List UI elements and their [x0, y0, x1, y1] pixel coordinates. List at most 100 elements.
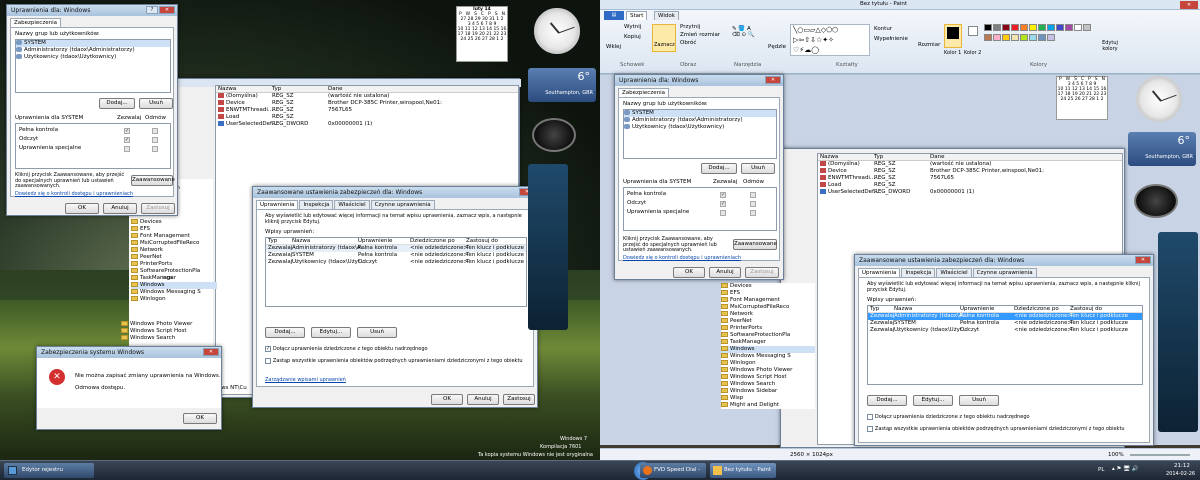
color-swatch[interactable]	[993, 24, 1001, 31]
list-item[interactable]: Użytkownicy (tdaox\Użytkownicy)	[16, 54, 170, 61]
taskbar-item-regedit[interactable]: Edytor rejestru	[4, 463, 94, 478]
color-swatch[interactable]	[1029, 34, 1037, 41]
col-inherited[interactable]: Dziedziczone po	[1014, 306, 1070, 312]
tree-item[interactable]: Windows Messaging S	[131, 289, 217, 296]
tree-item[interactable]: Devices	[131, 219, 217, 226]
fill-button[interactable]: Wypełnienie	[874, 36, 908, 42]
allow-special-checkbox[interactable]	[720, 209, 726, 216]
tree-item[interactable]: Windows Photo Viewer	[121, 321, 217, 328]
language-indicator[interactable]: PL	[1098, 467, 1104, 473]
deny-special-checkbox[interactable]	[750, 209, 756, 216]
color-swatch[interactable]	[1038, 34, 1046, 41]
calendar-gadget[interactable]: luty 14 PWŚCPSN 27 28 29 30 31 1 2 3 4 5…	[456, 6, 508, 62]
table-row[interactable]: (Domyślna) REG_SZ (wartość nie ustalona)	[216, 93, 518, 100]
list-item[interactable]: Administratorzy (tdaox\Administratorzy)	[624, 117, 776, 124]
col-name[interactable]: Nazwa	[894, 306, 960, 312]
advanced-button[interactable]: Zaawansowane	[131, 175, 175, 186]
col-permission[interactable]: Uprawnienie	[358, 238, 410, 244]
permission-entries-list[interactable]: Typ Nazwa Uprawnienie Dziedziczone po Za…	[265, 237, 527, 307]
paste-button[interactable]: Wklej	[606, 44, 621, 50]
cancel-button[interactable]: Anuluj	[103, 203, 137, 214]
color-swatch[interactable]	[1074, 24, 1082, 31]
color-palette[interactable]	[984, 24, 1094, 44]
tree-item[interactable]: SoftwareProtectionPla	[131, 268, 217, 275]
resize-button[interactable]: Zmień rozmiar	[680, 32, 720, 38]
col-data[interactable]: Dane	[930, 154, 1050, 160]
col-type[interactable]: Typ	[272, 86, 328, 92]
add-button[interactable]: Dodaj...	[701, 163, 737, 174]
list-item[interactable]: SYSTEM	[16, 40, 170, 47]
inherit-checkbox[interactable]	[867, 413, 873, 420]
col-type[interactable]: Typ	[868, 306, 894, 312]
close-button[interactable]: ✕	[1180, 1, 1198, 9]
copy-button[interactable]: Kopiuj	[624, 34, 641, 40]
deny-full-control-checkbox[interactable]	[152, 127, 158, 134]
help-button[interactable]: ?	[146, 6, 158, 14]
tree-item[interactable]: MsiCorruptedFileReco	[131, 240, 217, 247]
tree-item[interactable]: Windows Photo Viewer	[721, 367, 815, 374]
tree-item[interactable]: Winlogon	[131, 296, 217, 303]
learn-link[interactable]: Dowiedz się o kontroli dostępu i uprawni…	[623, 255, 741, 261]
crop-button[interactable]: Przytnij	[680, 24, 700, 30]
add-button[interactable]: Dodaj...	[99, 98, 135, 109]
tab-permissions[interactable]: Uprawnienia	[256, 200, 299, 209]
col-inherited[interactable]: Dziedziczone po	[410, 238, 466, 244]
color-swatch[interactable]	[1011, 24, 1019, 31]
tree-item[interactable]: Winlogon	[721, 360, 815, 367]
table-row[interactable]: UserSelectedDef... REG_DWORD 0x00000001 (1…	[818, 189, 1122, 196]
tree-item[interactable]: Devices	[721, 283, 815, 290]
edit-button[interactable]: Edytuj...	[311, 327, 351, 338]
apply-button[interactable]: Zastosuj	[141, 203, 175, 214]
color-swatch[interactable]	[1020, 34, 1028, 41]
tree-item[interactable]: Might and Delight	[721, 402, 815, 409]
color-swatch[interactable]	[1002, 34, 1010, 41]
advanced-button[interactable]: Zaawansowane	[733, 239, 777, 250]
tree-item[interactable]: TaskManager	[721, 339, 815, 346]
allow-special-checkbox[interactable]	[124, 145, 130, 152]
col-name[interactable]: Nazwa	[818, 154, 874, 160]
users-list[interactable]: SYSTEM Administratorzy (tdaox\Administra…	[623, 109, 777, 159]
tree-item[interactable]: Windows Script Host	[721, 374, 815, 381]
table-row[interactable]: Load REG_SZ	[216, 114, 518, 121]
manage-link[interactable]: Zarządzanie wpisami uprawnień	[265, 377, 346, 383]
tree-item[interactable]: Wisp	[721, 395, 815, 402]
table-row[interactable]: Device REG_SZ Brother DCP-385C Printer,win…	[818, 168, 1122, 175]
taskbar-item-fvd[interactable]: FVD Speed Dial - ...	[640, 463, 706, 478]
tree-item[interactable]: PrinterPorts	[131, 261, 217, 268]
ok-button[interactable]: OK	[65, 203, 99, 214]
inherit-checkbox[interactable]	[265, 345, 271, 352]
tab-owner[interactable]: Właściciel	[936, 268, 972, 277]
tab-security[interactable]: Zabezpieczenia	[10, 18, 61, 27]
tree-item[interactable]: PeerNet	[131, 254, 217, 261]
rotate-button[interactable]: Obróć	[680, 40, 696, 46]
tab-security[interactable]: Zabezpieczenia	[618, 88, 669, 97]
clock-date[interactable]: 2014-02-26	[1166, 471, 1195, 477]
table-row[interactable]: Zezwalaj SYSTEM Pełna kontrola <nie odziedz…	[868, 320, 1142, 327]
color-swatch[interactable]	[1083, 24, 1091, 31]
tab-permissions[interactable]: Uprawnienia	[858, 268, 901, 277]
close-button[interactable]: ✕	[159, 6, 175, 14]
table-row[interactable]: Zezwalaj Administratorzy (tdaox\A... Pełna…	[266, 245, 526, 252]
color-swatch[interactable]	[1047, 24, 1055, 31]
permission-entries-list[interactable]: Typ Nazwa Uprawnienie Dziedziczone po Za…	[867, 305, 1143, 385]
close-button[interactable]: ✕	[765, 76, 781, 84]
color-swatch[interactable]	[1056, 24, 1064, 31]
col-type[interactable]: Typ	[266, 238, 292, 244]
add-button[interactable]: Dodaj...	[867, 395, 907, 406]
shapes-gallery[interactable]: ╲○▭▱△◇⬠⬡ ▷⇦⇧⇩☆✦✧ ♡⚡☁◯	[790, 24, 870, 56]
col-permission[interactable]: Uprawnienie	[960, 306, 1014, 312]
remove-button[interactable]: Usuń	[959, 395, 999, 406]
tree-item-selected[interactable]: Windows	[721, 346, 815, 353]
deny-read-checkbox[interactable]	[152, 136, 158, 143]
deny-read-checkbox[interactable]	[750, 200, 756, 207]
table-row[interactable]: ENWTMThreadi... REG_SZ 7567L65	[818, 175, 1122, 182]
tree-item[interactable]: Windows Search	[721, 381, 815, 388]
outline-button[interactable]: Kontur	[874, 26, 892, 32]
color-swatch[interactable]	[1011, 34, 1019, 41]
remove-button[interactable]: Usuń	[357, 327, 397, 338]
list-item[interactable]: Administratorzy (tdaox\Administratorzy)	[16, 47, 170, 54]
table-row-selected[interactable]: Zezwalaj Administratorzy (tdaox\A... Pełna…	[868, 313, 1142, 320]
color-swatch[interactable]	[1065, 24, 1073, 31]
col-name[interactable]: Nazwa	[216, 86, 272, 92]
tab-start[interactable]: Start	[626, 11, 648, 20]
